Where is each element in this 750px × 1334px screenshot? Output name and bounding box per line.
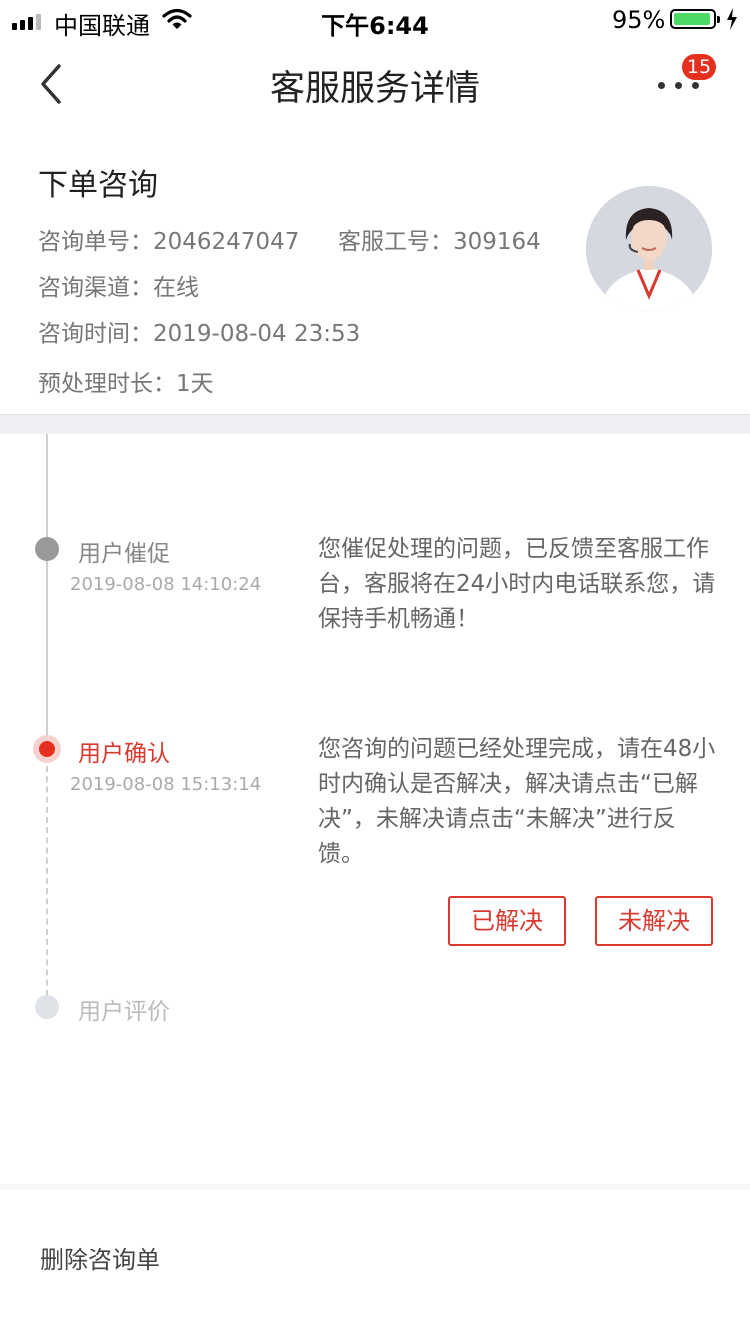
- staff-id-row: 客服工号：309164: [338, 222, 541, 256]
- channel-label: 咨询渠道：: [38, 275, 153, 301]
- consult-time-row: 咨询时间：2019-08-04 23:53: [38, 314, 360, 348]
- status-bar: 中国联通 下午6:44 95%: [0, 0, 750, 40]
- duration-value: 1天: [176, 371, 214, 397]
- step-label-confirm: 用户确认: [78, 741, 170, 767]
- order-number-row: 咨询单号：2046247047: [38, 222, 299, 256]
- staff-id-label: 客服工号：: [338, 229, 453, 255]
- duration-row: 预处理时长：1天: [38, 364, 214, 398]
- charging-bolt-icon: [726, 8, 738, 34]
- consult-time-label: 咨询时间：: [38, 321, 153, 347]
- battery-percentage: 95%: [612, 6, 666, 34]
- step-description-confirm: 您咨询的问题已经处理完成，请在48小时内确认是否解决，解决请点击“已解决”，未解…: [318, 736, 716, 867]
- step-label-rate: 用户评价: [78, 999, 170, 1025]
- staff-id-value: 309164: [453, 229, 541, 255]
- delete-consultation-button[interactable]: 删除咨询单: [40, 1240, 160, 1275]
- step-time-confirm: 2019-08-08 15:13:14: [70, 774, 262, 795]
- consultation-type-title: 下单咨询: [38, 168, 158, 203]
- unresolved-button[interactable]: 未解决: [595, 896, 713, 946]
- step-description-urge: 您催促处理的问题，已反馈至客服工作台，客服将在24小时内电话联系您，请保持手机畅…: [318, 536, 716, 632]
- progress-timeline: 用户催促 2019-08-08 14:10:24 您催促处理的问题，已反馈至客服…: [0, 434, 750, 1184]
- notification-badge: 15: [682, 54, 716, 80]
- timeline-dot-done: [35, 537, 59, 561]
- step-label-urge: 用户催促: [78, 541, 170, 567]
- order-number-value: 2046247047: [153, 229, 300, 255]
- agent-avatar: [586, 186, 712, 312]
- resolved-button[interactable]: 已解决: [448, 896, 566, 946]
- footer-separator: [0, 1184, 750, 1190]
- channel-value: 在线: [153, 275, 199, 301]
- section-divider: [0, 414, 750, 434]
- consult-time-value: 2019-08-04 23:53: [153, 321, 361, 347]
- timeline-line-completed: [46, 434, 48, 748]
- timeline-dot-pending: [35, 995, 59, 1019]
- battery-level: [674, 13, 710, 25]
- duration-label: 预处理时长：: [38, 371, 176, 397]
- step-time-urge: 2019-08-08 14:10:24: [70, 574, 262, 595]
- consultation-info-card: 下单咨询 咨询单号：2046247047 客服工号：309164 咨询渠道：在线…: [0, 128, 750, 414]
- navigation-bar: 客服服务详情 15: [0, 40, 750, 128]
- page-title: 客服服务详情: [269, 69, 480, 109]
- battery-icon: [670, 9, 720, 29]
- timeline-line-pending: [46, 756, 48, 1006]
- order-number-label: 咨询单号：: [38, 229, 153, 255]
- channel-row: 咨询渠道：在线: [38, 268, 199, 302]
- timeline-dot-current: [39, 741, 55, 757]
